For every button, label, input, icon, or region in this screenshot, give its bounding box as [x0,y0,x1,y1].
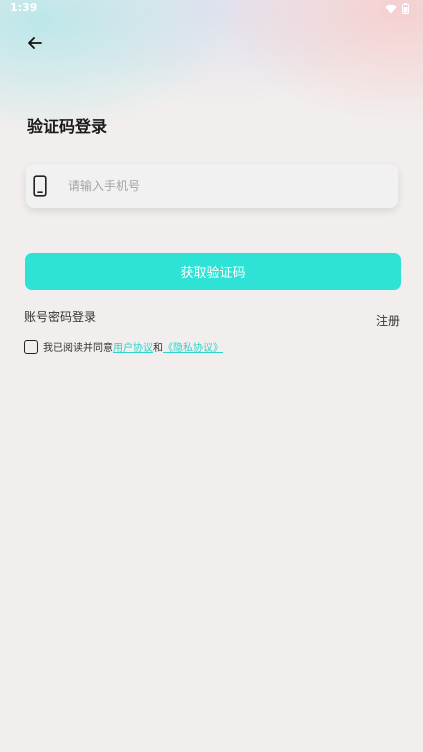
agreement-checkbox[interactable] [24,339,38,354]
user-agreement-link[interactable]: 用户协议 [113,339,153,354]
privacy-policy-link[interactable]: 《隐私协议》 [163,339,223,354]
phone-icon [33,175,47,197]
agreement-conjunction-text: 和 [153,343,163,354]
header-background-gradient [0,0,423,170]
get-code-button[interactable]: 获取验证码 [25,253,401,290]
agreement-row: 我已阅读并同意 用户协议 和 《隐私协议》 [24,339,223,354]
agreement-prefix-text: 我已阅读并同意 [43,343,113,354]
password-login-link[interactable]: 账号密码登录 [24,308,96,325]
wifi-icon [385,4,397,13]
status-icons [385,3,409,14]
phone-field[interactable] [26,164,398,208]
status-time: 1:39 [10,1,38,14]
arrow-left-icon [28,37,42,49]
page-title: 验证码登录 [27,117,108,136]
register-link[interactable]: 注册 [376,312,400,329]
battery-icon [402,3,409,14]
phone-input[interactable] [68,164,388,208]
status-bar: 1:39 [0,0,423,18]
back-button[interactable] [24,32,46,54]
